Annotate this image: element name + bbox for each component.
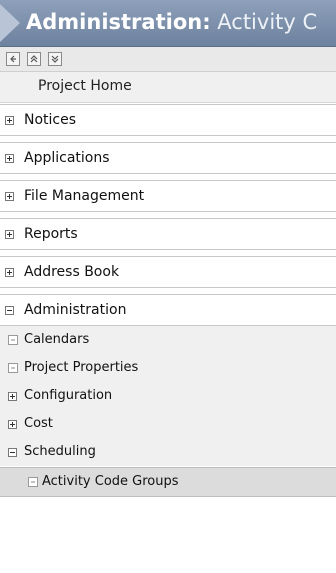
expand-icon[interactable] — [8, 392, 17, 401]
project-home-label: Project Home — [38, 78, 132, 94]
nav-item-file-management[interactable]: File Management — [0, 180, 336, 212]
expand-icon[interactable] — [5, 230, 14, 239]
subnav-item-scheduling[interactable]: Scheduling — [0, 438, 336, 466]
nav-item-label: Reports — [24, 226, 78, 242]
expand-icon[interactable] — [5, 116, 14, 125]
collapse-all-button[interactable] — [27, 52, 41, 66]
expand-all-button[interactable] — [48, 52, 62, 66]
nav-item-label: Notices — [24, 112, 77, 128]
subnav-item-label: Calendars — [24, 332, 90, 347]
nav-item-label: Address Book — [24, 264, 120, 280]
panel-header: Administration: Activity C — [0, 0, 336, 47]
subnav-item-project-properties[interactable]: Project Properties — [0, 354, 336, 382]
collapse-all-icon — [30, 55, 38, 63]
page-title: Administration: Activity C — [26, 9, 317, 35]
expand-icon[interactable] — [5, 192, 14, 201]
nav-item-administration[interactable]: Administration — [0, 294, 336, 326]
nav-item-label: File Management — [24, 188, 145, 204]
expand-icon[interactable] — [5, 268, 14, 277]
nav-item-notices[interactable]: Notices — [0, 104, 336, 136]
back-icon — [10, 55, 16, 63]
nav-item-applications[interactable]: Applications — [0, 142, 336, 174]
header-arrow-icon — [0, 4, 20, 42]
collapse-icon[interactable] — [8, 448, 17, 457]
nav-item-label: Administration — [24, 302, 127, 318]
nav-item-reports[interactable]: Reports — [0, 218, 336, 250]
subnav-item-cost[interactable]: Cost — [0, 410, 336, 438]
collapse-icon[interactable] — [5, 306, 14, 315]
subnav-item-label: Scheduling — [24, 444, 96, 459]
page-title-prefix: Administration: — [26, 10, 211, 34]
expand-all-icon — [51, 55, 59, 63]
subnav-item-configuration[interactable]: Configuration — [0, 382, 336, 410]
leaf-node-icon — [8, 363, 18, 373]
expand-icon[interactable] — [5, 154, 14, 163]
subnav-item-activity-code-groups[interactable]: Activity Code Groups — [0, 467, 336, 497]
nav-toolbar — [0, 47, 336, 72]
subnav-item-label: Project Properties — [24, 360, 139, 375]
subnav-item-calendars[interactable]: Calendars — [0, 326, 336, 354]
subnav-item-label: Configuration — [24, 388, 113, 403]
nav-item-address-book[interactable]: Address Book — [0, 256, 336, 288]
page-title-rest: Activity C — [217, 10, 318, 34]
navigation-panel: Administration: Activity C Project Home … — [0, 0, 336, 573]
nav-item-label: Applications — [24, 150, 110, 166]
subnav-item-label: Activity Code Groups — [42, 474, 179, 489]
project-home-link[interactable]: Project Home — [0, 72, 336, 103]
leaf-node-icon — [28, 477, 38, 487]
back-button[interactable] — [6, 52, 20, 66]
expand-icon[interactable] — [8, 420, 17, 429]
leaf-node-icon — [8, 335, 18, 345]
subnav-item-label: Cost — [24, 416, 53, 431]
